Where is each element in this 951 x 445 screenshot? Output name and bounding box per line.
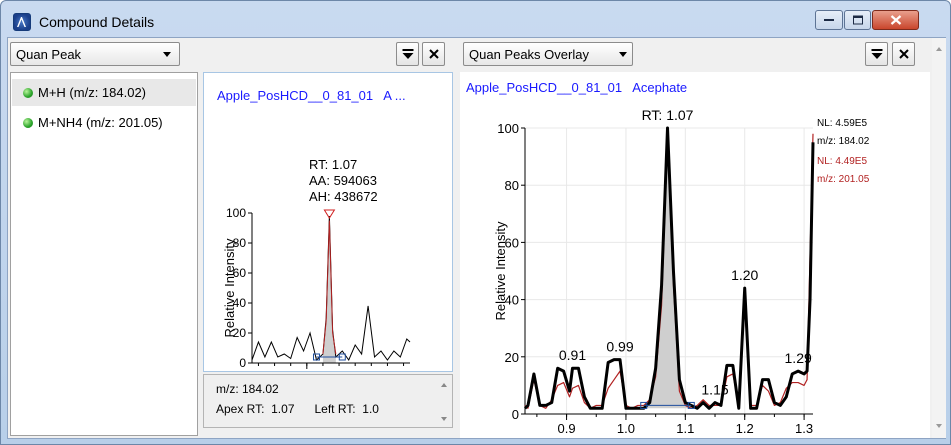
- x-tick-label: 0.9: [558, 421, 576, 436]
- peak-label: 1.20: [731, 267, 758, 283]
- x-tick-label: 1.1: [676, 421, 694, 436]
- chevron-down-icon: [619, 52, 627, 57]
- adduct-item-mnh4[interactable]: M+NH4 (m/z: 201.05): [12, 109, 196, 136]
- close-icon: [428, 49, 439, 59]
- peak-label: 1.15: [701, 382, 728, 398]
- left-options-button[interactable]: [396, 42, 419, 66]
- left-close-button[interactable]: [422, 42, 445, 66]
- mini-peak-info: m/z: 184.02 Apex RT: 1.07 Left RT: 1.0: [203, 374, 453, 428]
- restore-button[interactable]: [844, 10, 871, 30]
- overlay-chart-svg[interactable]: 0204060801000.91.01.11.21.3RT(min)Relati…: [460, 72, 930, 438]
- quan-peak-pane: Quan Peak M+H (m/z: 184.02) M+NH4 (m/z: …: [8, 38, 457, 438]
- left-view-selector[interactable]: Quan Peak: [10, 42, 180, 66]
- y-tick-label: 100: [497, 121, 519, 136]
- overlay-scrollbar[interactable]: [932, 38, 946, 438]
- scroll-up-icon: [936, 47, 942, 51]
- legend-mz: m/z: 184.02: [817, 136, 870, 147]
- scroll-up-icon: [441, 383, 447, 387]
- integrated-peak-area: [643, 128, 692, 409]
- mini-y-tick-label: 100: [226, 206, 246, 220]
- mini-peak-chart: Apple_PosHCD__0_81_01 A ... RT: 1.07 AA: …: [203, 72, 453, 372]
- y-tick-label: 80: [505, 178, 519, 193]
- quan-peaks-overlay-pane: Quan Peaks Overlay 0 20 40 60 80 100 0.9 1.0 1.1…: [460, 38, 946, 438]
- app-logo-icon: [13, 13, 31, 31]
- chevron-down-icon: [163, 52, 171, 57]
- x-axis-label: RT(min): [644, 437, 694, 438]
- scroll-down-icon: [936, 424, 942, 428]
- right-options-button[interactable]: [865, 42, 888, 66]
- adduct-list: M+H (m/z: 184.02) M+NH4 (m/z: 201.05): [10, 72, 198, 436]
- window-title: Compound Details: [39, 14, 155, 30]
- peak-label: 1.29: [785, 350, 812, 366]
- overlay-chart-area: 0204060801000.91.01.11.21.3RT(min)Relati…: [460, 72, 930, 438]
- y-tick-label: 20: [505, 350, 519, 365]
- y-tick-label: 0: [512, 407, 519, 422]
- mini-x-tick-label: 1.0: [298, 369, 315, 371]
- right-view-selector[interactable]: Quan Peaks Overlay: [463, 42, 633, 66]
- mini-chart-svg[interactable]: RT: 1.07AA: 594063AH: 438672020406080100…: [204, 73, 452, 371]
- scroll-down-icon: [441, 417, 447, 421]
- legend-mz: m/z: 201.05: [817, 174, 870, 185]
- close-window-button[interactable]: [872, 10, 919, 30]
- mini-y-tick-label: 0: [239, 356, 246, 370]
- legend-nl: NL: 4.59E5: [817, 118, 867, 129]
- mini-annotation: AH: 438672: [309, 189, 378, 204]
- mini-y-axis-label: Relative Intensity: [222, 238, 237, 337]
- adduct-label: M+H (m/z: 184.02): [38, 85, 147, 100]
- client-area: Quan Peak M+H (m/z: 184.02) M+NH4 (m/z: …: [7, 37, 946, 439]
- compound-details-window: Compound Details Quan Peak M+H (m/z: 184…: [0, 0, 951, 445]
- status-ok-icon: [23, 118, 33, 128]
- close-icon: [898, 49, 909, 59]
- right-view-selector-value: Quan Peaks Overlay: [469, 47, 589, 62]
- info-rt: Apex RT: 1.07 Left RT: 1.0: [216, 402, 379, 416]
- left-view-selector-value: Quan Peak: [16, 47, 82, 62]
- mini-annotation: RT: 1.07: [309, 157, 357, 172]
- adduct-item-mh[interactable]: M+H (m/z: 184.02): [12, 79, 196, 106]
- legend-nl: NL: 4.49E5: [817, 156, 867, 167]
- x-tick-label: 1.2: [736, 421, 754, 436]
- mini-annotation: AA: 594063: [309, 173, 377, 188]
- peak-label: 0.99: [606, 339, 633, 355]
- right-close-button[interactable]: [892, 42, 915, 66]
- title-bar[interactable]: Compound Details: [1, 1, 950, 37]
- filter-menu-icon: [871, 49, 882, 59]
- status-ok-icon: [23, 88, 33, 98]
- overlay-chart-title-link[interactable]: Apple_PosHCD__0_81_01 Acephate: [466, 80, 687, 95]
- x-tick-label: 1.3: [795, 421, 813, 436]
- adduct-label: M+NH4 (m/z: 201.05): [38, 115, 163, 130]
- peak-label: 0.91: [559, 347, 586, 363]
- peak-label: RT: 1.07: [642, 107, 694, 123]
- x-tick-label: 1.0: [617, 421, 635, 436]
- minimize-button[interactable]: [815, 10, 843, 30]
- info-scrollbar[interactable]: [438, 379, 450, 425]
- y-axis-label: Relative Intensity: [493, 221, 508, 320]
- filter-menu-icon: [402, 49, 413, 59]
- info-mz: m/z: 184.02: [216, 382, 279, 396]
